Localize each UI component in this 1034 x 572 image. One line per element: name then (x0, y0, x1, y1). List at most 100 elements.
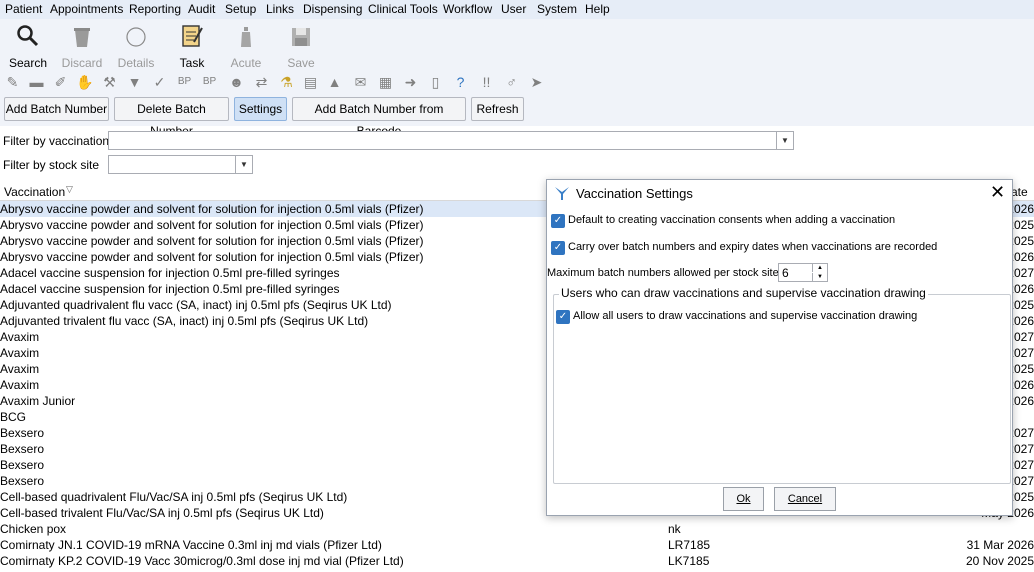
cancel-button[interactable]: Cancel (774, 487, 836, 511)
vaccination-cell: Bexsero (0, 474, 45, 488)
vaccination-cell: Adacel vaccine suspension for injection … (0, 266, 340, 280)
filter-vaccination-combo[interactable]: ▼ (108, 131, 794, 150)
default-consents-checkbox[interactable]: ✓ (551, 214, 565, 228)
acute-label: Acute (230, 56, 262, 70)
menu-links[interactable]: Links (266, 2, 294, 16)
details-icon (125, 26, 147, 51)
chevron-down-icon[interactable]: ▼ (235, 156, 252, 173)
menu-workflow[interactable]: Workflow (443, 2, 492, 16)
cup-icon[interactable]: ▼ (126, 74, 143, 90)
pen-icon[interactable]: ✐ (52, 74, 69, 90)
menu-reporting[interactable]: Reporting (129, 2, 181, 16)
chart-icon[interactable]: ▲ (326, 74, 343, 90)
carry-over-label: Carry over batch numbers and expiry date… (568, 241, 938, 253)
menu-help[interactable]: Help (585, 2, 610, 16)
app-logo-icon (554, 185, 570, 204)
hand-icon[interactable]: ✋ (76, 74, 93, 90)
carry-over-checkbox[interactable]: ✓ (551, 241, 565, 255)
search-button[interactable]: Search (0, 23, 56, 70)
folder-icon[interactable]: ▬ (28, 74, 45, 90)
acute-button[interactable]: Acute (218, 23, 274, 70)
batch-cell: LR7185 (668, 538, 711, 552)
spin-down-icon[interactable]: ▼ (812, 273, 827, 281)
transfer-icon[interactable]: ⇄ (253, 74, 270, 90)
menu-setup[interactable]: Setup (225, 2, 256, 16)
vaccination-cell: Avaxim (0, 378, 40, 392)
acute-icon (239, 26, 253, 51)
filter-vaccination-label: Filter by vaccination (3, 134, 110, 148)
alert-icon[interactable]: !! (478, 74, 495, 90)
toolbar: Search Discard Details Task Acute Save ✎… (0, 19, 1034, 138)
vaccine-icon[interactable]: ⚗ (278, 74, 295, 90)
menu-audit[interactable]: Audit (188, 2, 215, 16)
table-row[interactable]: Comirnaty JN.1 COVID-19 mRNA Vaccine 0.3… (0, 537, 1034, 553)
column-header-date[interactable]: ate (1011, 185, 1028, 199)
ok-button[interactable]: Ok (723, 487, 764, 511)
menu-clinical-tools[interactable]: Clinical Tools (368, 2, 438, 16)
allow-all-users-checkbox[interactable]: ✓ (556, 310, 570, 324)
forward-icon[interactable]: ➤ (528, 74, 545, 90)
task-button[interactable]: Task (164, 23, 220, 70)
gender-icon[interactable]: ♂ (503, 74, 520, 90)
filter-stock-site-combo[interactable]: ▼ (108, 155, 253, 174)
table-row[interactable]: Comirnaty KP.2 COVID-19 Vacc 30microg/0.… (0, 553, 1034, 569)
expiry-date-cell: 20 Nov 2025 (965, 554, 1034, 568)
page-icon[interactable]: ▯ (427, 74, 444, 90)
max-batch-value[interactable]: 6 (782, 266, 789, 280)
add-batch-from-barcode-button[interactable]: Add Batch Number from Barcode (292, 97, 466, 138)
vaccination-cell: Cell-based quadrivalent Flu/Vac/SA inj 0… (0, 490, 348, 504)
close-icon[interactable]: ✕ (990, 183, 1005, 201)
vaccination-cell: Abrysvo vaccine powder and solvent for s… (0, 218, 424, 232)
details-label: Details (117, 56, 155, 70)
menu-appointments[interactable]: Appointments (50, 2, 123, 16)
task-label: Task (179, 56, 205, 70)
table-row[interactable]: Chicken pox nk (0, 521, 1034, 537)
vaccination-cell: Abrysvo vaccine powder and solvent for s… (0, 234, 424, 248)
syringe-icon[interactable]: ✎ (4, 74, 21, 90)
vaccination-cell: Adjuvanted quadrivalent flu vacc (SA, in… (0, 298, 392, 312)
bp-alt-icon[interactable]: BP (201, 74, 218, 90)
help-icon[interactable]: ? (452, 74, 469, 90)
document-icon[interactable]: ▤ (302, 74, 319, 90)
message-icon[interactable]: ✉ (352, 74, 369, 90)
dialog-title: Vaccination Settings (576, 186, 693, 201)
people-icon[interactable]: ☻ (228, 74, 245, 90)
filter-stock-site-label: Filter by stock site (3, 158, 100, 172)
spin-up-icon[interactable]: ▲ (812, 264, 827, 272)
search-icon (16, 24, 40, 51)
discard-icon (72, 26, 92, 51)
allow-all-users-label: Allow all users to draw vaccinations and… (573, 310, 918, 322)
vaccination-cell: Bexsero (0, 426, 45, 440)
max-batch-spinner[interactable]: 6 ▲ ▼ (778, 263, 828, 282)
vaccination-cell: Bexsero (0, 458, 45, 472)
refresh-button[interactable]: Refresh (471, 97, 524, 121)
task-icon (180, 22, 204, 51)
sort-icon[interactable]: ▽ (66, 184, 73, 195)
menu-system[interactable]: System (537, 2, 577, 16)
details-button[interactable]: Details (108, 23, 164, 70)
search-label: Search (8, 56, 48, 70)
vaccination-cell: Abrysvo vaccine powder and solvent for s… (0, 250, 424, 264)
save-button[interactable]: Save (273, 23, 329, 70)
delete-batch-number-button[interactable]: Delete Batch Number (114, 97, 229, 138)
discard-button[interactable]: Discard (54, 23, 110, 70)
grid-icon[interactable]: ▦ (377, 74, 394, 90)
draw-permissions-group: Users who can draw vaccinations and supe… (553, 286, 1011, 484)
check-icon[interactable]: ✓ (151, 74, 168, 90)
max-batch-label: Maximum batch numbers allowed per stock … (547, 267, 779, 279)
vaccination-cell: Avaxim (0, 330, 40, 344)
vaccination-cell: Avaxim (0, 346, 40, 360)
settings-button[interactable]: Settings (234, 97, 287, 121)
add-batch-number-button[interactable]: Add Batch Number (4, 97, 109, 121)
menu-user[interactable]: User (501, 2, 526, 16)
column-header-vaccination[interactable]: Vaccination (4, 185, 65, 199)
menu-patient[interactable]: Patient (5, 2, 42, 16)
vaccination-cell: Adjuvanted trivalent flu vacc (SA, inact… (0, 314, 369, 328)
chevron-down-icon[interactable]: ▼ (776, 132, 793, 149)
wrench-icon[interactable]: ⚒ (101, 74, 118, 90)
menu-dispensing[interactable]: Dispensing (303, 2, 362, 16)
vaccination-cell: Adacel vaccine suspension for injection … (0, 282, 340, 296)
arrow-right-icon[interactable]: ➜ (402, 74, 419, 90)
vaccination-cell: Bexsero (0, 442, 45, 456)
bp-icon[interactable]: BP (176, 74, 193, 90)
